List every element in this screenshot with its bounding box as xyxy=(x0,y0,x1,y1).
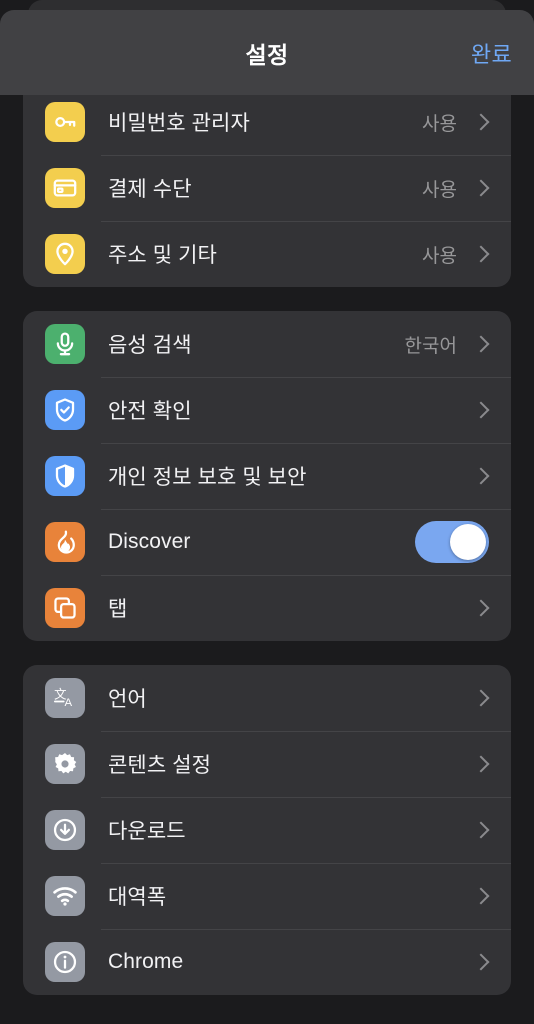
tabs-icon xyxy=(45,588,85,628)
microphone-icon xyxy=(45,324,85,364)
settings-row[interactable]: 주소 및 기타 사용 xyxy=(23,221,511,287)
chevron-right-icon xyxy=(472,821,490,839)
chevron-right-icon xyxy=(472,953,490,971)
settings-row-value: 한국어 xyxy=(404,335,457,357)
chevron-right-icon xyxy=(472,335,490,353)
chevron-right-icon xyxy=(472,689,490,707)
settings-row-label: 비밀번호 관리자 xyxy=(108,112,250,135)
chevron-right-icon xyxy=(472,599,490,617)
chevron-right-icon xyxy=(472,245,490,263)
settings-row[interactable]: 안전 확인 xyxy=(23,377,511,443)
settings-row[interactable]: 개인 정보 보호 및 보안 xyxy=(23,443,511,509)
settings-row-label: 개인 정보 보호 및 보안 xyxy=(108,466,307,489)
gear-icon xyxy=(45,744,85,784)
settings-group-advanced: 文 A 언어콘텐츠 설정다운로드대역폭 Chrome xyxy=(23,665,511,995)
download-icon xyxy=(45,810,85,850)
settings-row[interactable]: 콘텐츠 설정 xyxy=(23,731,511,797)
settings-row-label: 콘텐츠 설정 xyxy=(108,754,212,777)
settings-scroll-area[interactable]: 비밀번호 관리자 사용 결제 수단 사용 주소 및 기타 사용 음성 검색 한국어 안전 확인 개… xyxy=(0,95,534,1024)
settings-row[interactable]: Chrome xyxy=(23,929,511,995)
location-pin-icon xyxy=(45,234,85,274)
svg-text:A: A xyxy=(64,697,72,709)
page-title: 설정 xyxy=(245,41,289,68)
settings-row[interactable]: 결제 수단 사용 xyxy=(23,155,511,221)
chevron-right-icon xyxy=(472,467,490,485)
settings-row[interactable]: 대역폭 xyxy=(23,863,511,929)
done-button[interactable]: 완료 xyxy=(471,37,512,69)
translate-icon: 文A xyxy=(45,678,85,718)
settings-row[interactable]: 탭 xyxy=(23,575,511,641)
settings-row-label: 주소 및 기타 xyxy=(108,244,217,267)
chevron-right-icon xyxy=(472,887,490,905)
chevron-right-icon xyxy=(472,755,490,773)
wifi-icon xyxy=(45,876,85,916)
toggle-knob xyxy=(450,524,486,560)
settings-row-label: 다운로드 xyxy=(108,820,186,843)
settings-row-label: 언어 xyxy=(108,688,147,711)
chevron-right-icon xyxy=(472,179,490,197)
credit-card-icon xyxy=(45,168,85,208)
key-icon xyxy=(45,102,85,142)
settings-row-toggle[interactable] xyxy=(415,521,489,563)
chevron-right-icon xyxy=(472,401,490,419)
settings-row-label: Chrome xyxy=(108,950,184,973)
settings-screen: 설정 완료 비밀번호 관리자 사용 결제 수단 사용 주소 및 기타 사용 음성 검색 한국어… xyxy=(0,0,534,1024)
settings-group-basics: 음성 검색 한국어안전 확인개인 정보 보호 및 보안 Discover 탭 xyxy=(23,311,511,641)
settings-row-label: 결제 수단 xyxy=(108,178,192,201)
settings-row[interactable]: 비밀번호 관리자 사용 xyxy=(23,95,511,155)
info-icon xyxy=(45,942,85,982)
shield-check-icon xyxy=(45,390,85,430)
flame-icon xyxy=(45,522,85,562)
shield-privacy-icon xyxy=(45,456,85,496)
settings-row-value: 사용 xyxy=(422,245,457,267)
chevron-right-icon xyxy=(472,113,490,131)
settings-row[interactable]: 文 A 언어 xyxy=(23,665,511,731)
settings-row[interactable]: 음성 검색 한국어 xyxy=(23,311,511,377)
settings-row-label: 대역폭 xyxy=(108,886,167,909)
settings-row[interactable]: Discover xyxy=(23,509,511,575)
settings-row-label: 안전 확인 xyxy=(108,400,192,423)
settings-row-label: 탭 xyxy=(108,598,128,621)
settings-row[interactable]: 다운로드 xyxy=(23,797,511,863)
settings-row-value: 사용 xyxy=(422,179,457,201)
settings-row-label: Discover xyxy=(108,530,191,553)
settings-row-label: 음성 검색 xyxy=(108,334,192,357)
settings-group-autofill: 비밀번호 관리자 사용 결제 수단 사용 주소 및 기타 사용 xyxy=(23,95,511,287)
settings-header: 설정 완료 xyxy=(0,10,534,95)
settings-group-list: 비밀번호 관리자 사용 결제 수단 사용 주소 및 기타 사용 음성 검색 한국어 안전 확인 개… xyxy=(0,95,534,995)
settings-row-value: 사용 xyxy=(422,113,457,135)
